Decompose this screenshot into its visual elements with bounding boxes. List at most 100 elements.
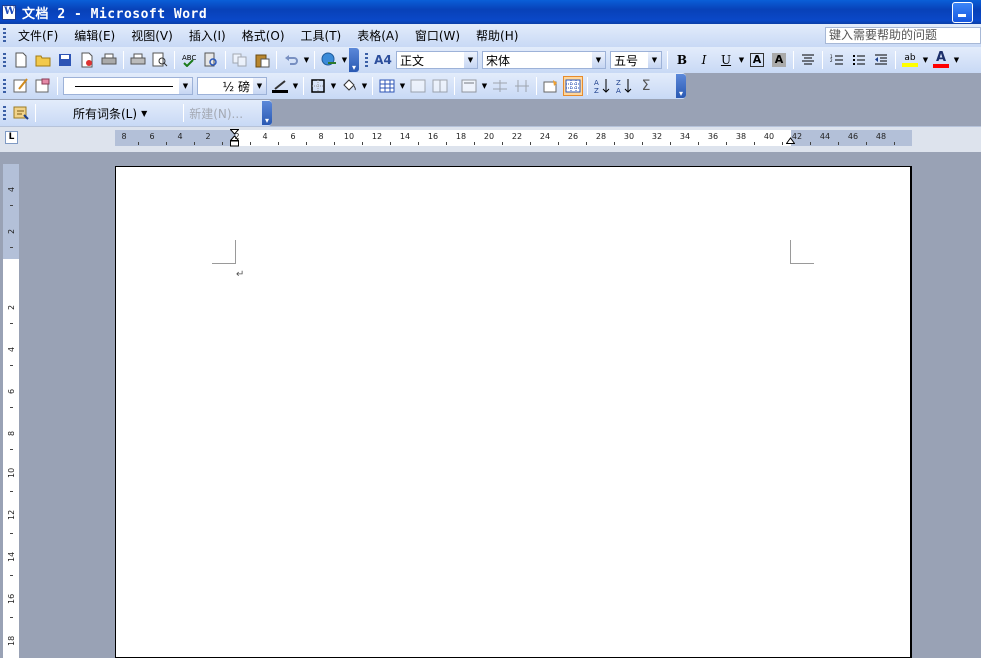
split-cells-icon[interactable]: [430, 76, 450, 96]
title-bar: 文档 2 - Microsoft Word: [0, 0, 981, 24]
insert-table-dropdown-arrow[interactable]: ▼: [398, 82, 407, 90]
menu-insert[interactable]: 插入(I): [181, 27, 234, 44]
ruler-tick: [810, 142, 811, 145]
toolbar-options-chevron[interactable]: ▾: [349, 48, 359, 72]
menu-help[interactable]: 帮助(H): [468, 27, 526, 44]
menu-file[interactable]: 文件(F): [10, 27, 66, 44]
toolbar-grip[interactable]: [3, 105, 6, 121]
copy-icon[interactable]: [230, 50, 250, 70]
center-align-icon[interactable]: [798, 50, 818, 70]
menu-edit[interactable]: 编辑(E): [66, 27, 123, 44]
menu-format[interactable]: 格式(O): [234, 27, 293, 44]
menu-view[interactable]: 视图(V): [123, 27, 181, 44]
styles-and-formatting-icon[interactable]: A4: [373, 50, 393, 70]
autotext-icon[interactable]: [11, 103, 31, 123]
outside-border-icon[interactable]: [308, 76, 328, 96]
menu-bar: 文件(F) 编辑(E) 视图(V) 插入(I) 格式(O) 工具(T) 表格(A…: [0, 24, 981, 47]
new-document-icon[interactable]: [11, 50, 31, 70]
font-size-dropdown-arrow[interactable]: ▼: [648, 52, 661, 68]
border-dropdown-arrow[interactable]: ▼: [329, 82, 338, 90]
decrease-indent-icon[interactable]: [871, 50, 891, 70]
toolbar-options-chevron[interactable]: ▾: [676, 74, 686, 98]
table-autoformat-icon[interactable]: [541, 76, 561, 96]
spelling-check-icon[interactable]: ABC: [179, 50, 199, 70]
shading-color-icon[interactable]: [339, 76, 359, 96]
highlight-button[interactable]: ab: [900, 50, 920, 70]
character-border-button[interactable]: A: [747, 50, 767, 70]
undo-dropdown-arrow[interactable]: ▼: [302, 56, 311, 64]
document-page[interactable]: ↵: [115, 166, 912, 658]
sort-descending-icon[interactable]: ZA: [614, 76, 634, 96]
undo-icon[interactable]: [281, 50, 301, 70]
help-search-input[interactable]: 键入需要帮助的问题: [825, 27, 981, 44]
hyperlink-icon[interactable]: [319, 50, 339, 70]
ruler-tick: [474, 142, 475, 145]
shading-dropdown-arrow[interactable]: ▼: [360, 82, 369, 90]
bold-button[interactable]: B: [672, 50, 692, 70]
formatting-toolbar-grip[interactable]: [365, 52, 368, 68]
border-color-dropdown-arrow[interactable]: ▼: [291, 82, 300, 90]
insert-table-icon[interactable]: [377, 76, 397, 96]
underline-button[interactable]: U: [716, 50, 736, 70]
font-dropdown-arrow[interactable]: ▼: [592, 52, 605, 68]
all-entries-menu[interactable]: 所有词条(L) ▼: [73, 105, 147, 122]
open-folder-icon[interactable]: [33, 50, 53, 70]
hyperlink-dropdown-arrow[interactable]: ▼: [340, 56, 349, 64]
word-app-icon[interactable]: [2, 4, 16, 20]
border-color-icon[interactable]: [270, 76, 290, 96]
show-gridlines-icon[interactable]: [563, 76, 583, 96]
style-dropdown-arrow[interactable]: ▼: [464, 52, 477, 68]
ruler-label: 48: [875, 132, 887, 141]
line-style-dropdown-arrow[interactable]: ▼: [179, 78, 192, 94]
numbering-icon[interactable]: 12: [827, 50, 847, 70]
highlight-dropdown-arrow[interactable]: ▼: [921, 56, 930, 64]
permission-icon[interactable]: [77, 50, 97, 70]
font-color-dropdown-arrow[interactable]: ▼: [952, 56, 961, 64]
print-preview-icon[interactable]: [128, 50, 148, 70]
tab-selector[interactable]: L: [5, 131, 18, 144]
distribute-rows-icon[interactable]: [490, 76, 510, 96]
bullets-icon[interactable]: [849, 50, 869, 70]
minimize-button[interactable]: [952, 2, 973, 23]
align-cell-dropdown-arrow[interactable]: ▼: [480, 82, 489, 90]
font-color-button[interactable]: A: [931, 50, 951, 70]
style-select[interactable]: 正文 ▼: [396, 51, 478, 69]
toolbar-options-chevron[interactable]: ▾: [262, 101, 272, 125]
line-weight-select[interactable]: ½ 磅 ▼: [197, 77, 267, 95]
save-icon[interactable]: [55, 50, 75, 70]
toolbar-grip[interactable]: [3, 78, 6, 94]
menu-table[interactable]: 表格(A): [349, 27, 407, 44]
menu-grip[interactable]: [3, 28, 6, 43]
paste-icon[interactable]: [252, 50, 272, 70]
autosum-button[interactable]: Σ: [636, 76, 656, 96]
toolbar-grip[interactable]: [3, 52, 6, 68]
draw-table-icon[interactable]: [11, 76, 31, 96]
research-icon[interactable]: [201, 50, 221, 70]
menu-window[interactable]: 窗口(W): [407, 27, 468, 44]
new-autotext-button[interactable]: 新建(N)...: [189, 105, 243, 122]
vertical-ruler[interactable]: 4 2 2 4 6 8 10 12 14 16 18: [3, 164, 19, 658]
ruler-label: 6: [290, 132, 296, 141]
underline-dropdown-arrow[interactable]: ▼: [737, 56, 746, 64]
ruler-tick: [390, 142, 391, 145]
line-style-select[interactable]: ▼: [63, 77, 193, 95]
distribute-columns-icon[interactable]: [512, 76, 532, 96]
horizontal-ruler[interactable]: 8 6 4 2 2 4 6 8 10 12 14 16 18 20 22 24 26 28 30 32 34 36 38 40…: [115, 129, 912, 147]
italic-button[interactable]: I: [694, 50, 714, 70]
separator: [667, 51, 668, 69]
character-shading-button[interactable]: A: [769, 50, 789, 70]
line-weight-dropdown-arrow[interactable]: ▼: [253, 78, 266, 94]
menu-tools[interactable]: 工具(T): [293, 27, 350, 44]
merge-cells-icon[interactable]: [408, 76, 428, 96]
sort-ascending-icon[interactable]: AZ: [592, 76, 612, 96]
font-color-letter: A: [935, 50, 947, 65]
align-cell-icon[interactable]: [459, 76, 479, 96]
vertical-ruler-tick: [10, 323, 13, 324]
eraser-icon[interactable]: [33, 76, 53, 96]
magnifier-icon[interactable]: [150, 50, 170, 70]
print-icon[interactable]: [99, 50, 119, 70]
font-size-select[interactable]: 五号 ▼: [610, 51, 662, 69]
font-select[interactable]: 宋体 ▼: [482, 51, 606, 69]
ruler-label: 8: [121, 132, 127, 141]
vertical-ruler-tick: [10, 365, 13, 366]
